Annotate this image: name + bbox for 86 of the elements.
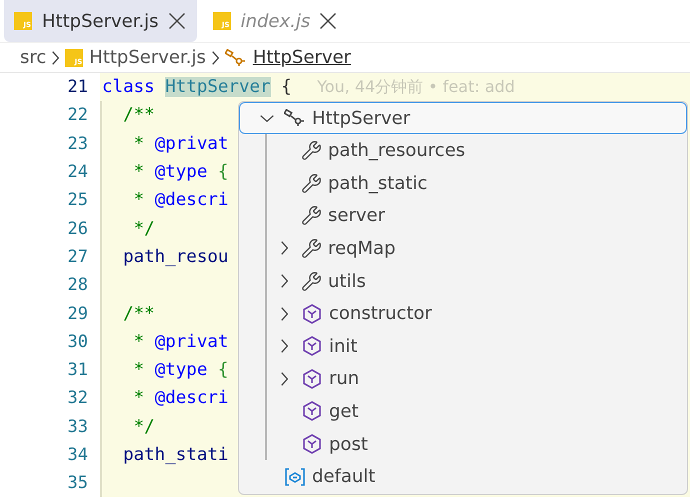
cube-icon <box>301 302 323 325</box>
cube-icon <box>301 335 323 358</box>
tab-label: HttpServer.js <box>42 10 159 32</box>
outline-label: HttpServer <box>312 108 410 129</box>
line-number: 27 <box>66 246 88 267</box>
code-token: * <box>132 388 146 408</box>
code-token: class <box>102 77 156 98</box>
code-token: @type <box>154 360 208 380</box>
outline-label: path_resources <box>328 140 466 162</box>
chevron-right-icon <box>212 50 219 64</box>
line-number: 35 <box>66 473 88 494</box>
line-number: 23 <box>66 134 88 154</box>
outline-item[interactable]: constructor <box>267 297 687 330</box>
outline-item[interactable]: get <box>267 395 687 428</box>
line-number: 31 <box>66 360 88 380</box>
line-number: 33 <box>66 416 88 437</box>
outline-label: get <box>329 400 359 422</box>
code-token: /** <box>122 105 155 126</box>
outline-item[interactable]: post <box>267 428 687 460</box>
cube-icon <box>301 433 323 456</box>
close-button[interactable] <box>320 13 336 29</box>
close-icon <box>168 13 185 29</box>
outline-item[interactable]: utils <box>267 264 687 298</box>
code-token: * <box>132 162 146 182</box>
outline-label: utils <box>328 270 366 292</box>
wrench-icon <box>301 270 322 292</box>
outline-item[interactable]: reqMap <box>267 232 687 265</box>
outline-item[interactable]: HttpServer <box>239 102 687 134</box>
close-icon <box>320 13 336 29</box>
cube-icon <box>301 368 323 390</box>
outline-label: run <box>329 368 360 390</box>
close-button[interactable] <box>168 13 185 29</box>
line-number: 29 <box>66 304 88 324</box>
code-token: @privat <box>154 332 228 352</box>
outline-label: post <box>329 434 368 455</box>
code-token: path_resou <box>122 246 228 267</box>
outline-label: constructor <box>329 303 432 324</box>
class-icon <box>224 48 247 66</box>
line-number: 24 <box>66 162 88 182</box>
code-token: */ <box>132 416 155 437</box>
tab-label: index.js <box>240 10 310 32</box>
outline-label: server <box>328 205 385 226</box>
outline-item[interactable]: run <box>267 362 687 396</box>
outline-item[interactable]: server <box>267 200 687 232</box>
outline-item[interactable]: path_resources <box>267 134 687 167</box>
outline-label: init <box>329 336 358 357</box>
wrench-icon <box>301 205 322 226</box>
line-number: 30 <box>66 332 88 352</box>
outline-label: reqMap <box>328 238 396 259</box>
code-token: HttpServer <box>165 77 271 98</box>
code-token: { <box>218 162 228 182</box>
breadcrumb-item[interactable]: HttpServer.js <box>89 47 206 68</box>
line-number: 22 <box>66 105 88 126</box>
outline-label: path_static <box>328 172 428 194</box>
chevron-right-icon <box>52 50 60 64</box>
cube-icon <box>301 400 323 422</box>
outline-item[interactable]: path_static <box>267 166 687 200</box>
code-token: * <box>132 332 146 352</box>
line-number: 21 <box>66 77 88 98</box>
class-icon <box>284 109 306 128</box>
code-token: path_stati <box>122 445 228 465</box>
outline-item[interactable]: default <box>239 460 687 493</box>
code-token: @descri <box>154 190 228 210</box>
code-token: { <box>280 77 292 98</box>
outline-item[interactable]: init <box>267 330 687 363</box>
code-token: */ <box>132 218 155 239</box>
line-number: 32 <box>66 388 88 408</box>
code-token: * <box>132 190 146 210</box>
line-number: 26 <box>66 218 88 239</box>
breadcrumb-item[interactable]: src <box>20 47 46 68</box>
outline-label: default <box>312 466 376 488</box>
bracket-icon <box>284 466 306 487</box>
code-token: * <box>132 360 146 380</box>
breadcrumb-item[interactable]: HttpServer <box>252 47 351 68</box>
line-number: 25 <box>66 190 88 210</box>
wrench-icon <box>301 140 322 162</box>
code-token: @descri <box>154 388 228 408</box>
wrench-icon <box>301 238 322 259</box>
wrench-icon <box>301 172 322 194</box>
code-token: @type <box>154 162 208 182</box>
line-number: 34 <box>66 445 88 465</box>
line-number: 28 <box>66 275 88 296</box>
code-token: { <box>218 360 228 380</box>
code-token: @privat <box>154 134 228 154</box>
code-token: /** <box>122 304 155 324</box>
code-token: * <box>132 134 146 154</box>
